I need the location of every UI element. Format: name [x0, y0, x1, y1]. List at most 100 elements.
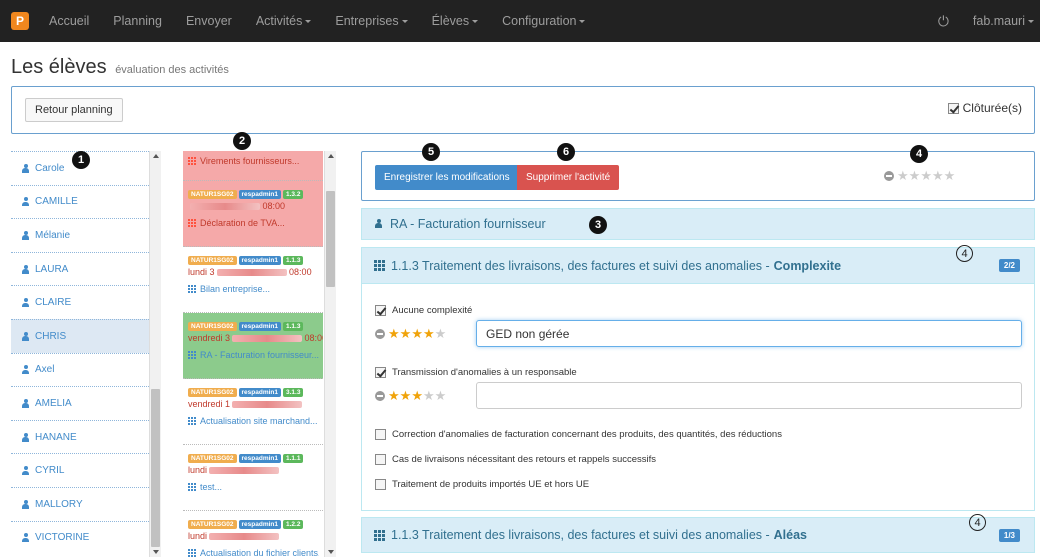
star-icon[interactable]: ★	[411, 327, 423, 340]
nav-activites[interactable]: Activités	[256, 14, 312, 28]
clear-rating-icon[interactable]	[375, 390, 385, 401]
nav-configuration[interactable]: Configuration	[502, 14, 586, 28]
criterion-checkbox[interactable]	[375, 305, 386, 316]
save-button[interactable]: Enregistrer les modifications	[375, 165, 519, 190]
panel-title: 1.1.3 Traitement des livraisons, des fac…	[391, 258, 770, 273]
star-icon[interactable]: ★	[388, 327, 400, 340]
activity-item[interactable]: Virements fournisseurs...	[183, 151, 323, 181]
activity-title[interactable]: RA - Facturation fournisseur...	[188, 350, 319, 360]
star-icon[interactable]: ★	[944, 169, 956, 182]
scroll-thumb[interactable]	[326, 191, 335, 287]
student-item[interactable]: VICTORINE	[11, 520, 149, 555]
activity-title[interactable]: Bilan entreprise...	[188, 284, 319, 294]
closed-checkbox[interactable]	[947, 102, 959, 114]
activity-title[interactable]: Actualisation du fichier clients...	[188, 548, 319, 557]
activity-badge: NATUR1SG02	[188, 256, 237, 265]
person-icon	[21, 331, 30, 341]
student-item[interactable]: HANANE	[11, 419, 149, 454]
activities-scrollbar[interactable]	[324, 151, 336, 557]
star-icon[interactable]: ★	[909, 169, 921, 182]
star-icon[interactable]: ★	[932, 169, 944, 182]
criterion-checkbox[interactable]	[375, 429, 386, 440]
star-icon[interactable]: ★	[897, 169, 909, 182]
person-icon	[21, 298, 30, 308]
criterion-row[interactable]: Transmission d'anomalies à un responsabl…	[375, 367, 577, 378]
activity-item[interactable]: NATUR1SG02 respadmin1 1.1.3 lundi 3 08:00 Bi…	[183, 247, 323, 313]
criterion-checkbox[interactable]	[375, 479, 386, 490]
star-icon[interactable]: ★	[435, 389, 447, 402]
student-item[interactable]: CYRIL	[11, 453, 149, 487]
student-item[interactable]: CHRIS	[11, 318, 149, 353]
scroll-up-icon[interactable]	[328, 154, 334, 158]
user-menu[interactable]: fab.mauri	[973, 14, 1034, 28]
star-icon[interactable]: ★	[388, 389, 400, 402]
activity-badge: 1.1.3	[283, 322, 304, 331]
students-scrollbar[interactable]	[149, 151, 161, 557]
activity-item[interactable]: NATUR1SG02 respadmin1 1.3.2 08:00 Déclarati…	[183, 181, 323, 247]
criteria-panel-aleas[interactable]: 1.1.3 Traitement des livraisons, des fac…	[361, 517, 1035, 553]
annotation-marker-4b: 4	[956, 245, 973, 262]
criterion-comment-input[interactable]: GED non gérée	[476, 320, 1022, 347]
activity-date: lundi	[188, 531, 319, 541]
activity-item[interactable]: NATUR1SG02 respadmin1 3.1.3 vendredi 1 Actu…	[183, 379, 323, 445]
scroll-up-icon[interactable]	[153, 154, 159, 158]
activity-title[interactable]: test...	[188, 482, 319, 492]
nav-envoyer[interactable]: Envoyer	[186, 14, 232, 28]
grid-icon	[188, 417, 196, 425]
star-icon[interactable]: ★	[920, 169, 932, 182]
activity-badges: NATUR1SG02 respadmin1 1.1.3	[188, 256, 319, 265]
person-icon	[21, 466, 30, 476]
criterion-row[interactable]: Aucune complexité	[375, 305, 472, 316]
star-icon[interactable]: ★	[423, 389, 435, 402]
student-name: CYRIL	[35, 465, 65, 477]
star-icon[interactable]: ★	[423, 327, 435, 340]
student-item[interactable]: CAMILLE	[11, 184, 149, 219]
back-to-planning-button[interactable]: Retour planning	[25, 98, 123, 122]
nav-planning[interactable]: Planning	[113, 14, 162, 28]
criterion-rating[interactable]: ★ ★ ★ ★ ★	[375, 327, 446, 340]
criterion-row[interactable]: Correction d'anomalies de facturation co…	[375, 429, 782, 440]
annotation-marker-3: 3	[589, 216, 607, 234]
scroll-thumb[interactable]	[151, 389, 160, 547]
criterion-row[interactable]: Traitement de produits importés UE et ho…	[375, 479, 589, 490]
nav-eleves[interactable]: Élèves	[432, 14, 479, 28]
global-rating[interactable]: ★ ★ ★ ★ ★	[884, 169, 955, 182]
activity-item[interactable]: NATUR1SG02 respadmin1 1.1.3 vendredi 3 08:0…	[183, 313, 323, 379]
activity-title[interactable]: Déclaration de TVA...	[188, 218, 319, 228]
criterion-comment-input[interactable]	[476, 382, 1022, 409]
activity-item[interactable]: NATUR1SG02 respadmin1 1.2.2 lundi Actualisa…	[183, 511, 323, 557]
power-icon[interactable]: ⏻	[938, 13, 949, 30]
criterion-rating[interactable]: ★ ★ ★ ★ ★	[375, 389, 446, 402]
activity-title[interactable]: Virements fournisseurs...	[188, 156, 319, 166]
star-icon[interactable]: ★	[400, 327, 412, 340]
delete-activity-button[interactable]: Supprimer l'activité	[517, 165, 620, 190]
activity-title[interactable]: Actualisation site marchand...	[188, 416, 319, 426]
student-item[interactable]: MALLORY	[11, 486, 149, 521]
scroll-down-icon[interactable]	[328, 550, 334, 554]
criterion-row[interactable]: Cas de livraisons nécessitant des retour…	[375, 454, 656, 465]
students-list: Carole CAMILLE Mélanie LAURA CLAIRE CHRIS Axel…	[11, 151, 149, 554]
student-item[interactable]: LAURA	[11, 251, 149, 286]
star-icon[interactable]: ★	[435, 327, 447, 340]
closed-filter[interactable]: Clôturée(s)	[947, 101, 1022, 115]
student-item[interactable]: AMELIA	[11, 386, 149, 420]
star-icon[interactable]: ★	[411, 389, 423, 402]
clear-rating-icon[interactable]	[884, 170, 894, 181]
student-item[interactable]: Axel	[11, 352, 149, 387]
criterion-checkbox[interactable]	[375, 454, 386, 465]
criterion-checkbox[interactable]	[375, 367, 386, 378]
annotation-marker-6: 6	[557, 143, 575, 161]
student-item[interactable]: CLAIRE	[11, 285, 149, 319]
criteria-panel-header[interactable]: 1.1.3 Traitement des livraisons, des fac…	[362, 248, 1034, 284]
scroll-down-icon[interactable]	[153, 550, 159, 554]
student-item[interactable]: Mélanie	[11, 218, 149, 252]
app-logo[interactable]: P	[11, 12, 29, 30]
activity-item[interactable]: NATUR1SG02 respadmin1 1.1.1 lundi test...	[183, 445, 323, 511]
ra-header[interactable]: RA - Facturation fournisseur	[361, 208, 1035, 240]
person-icon	[374, 218, 385, 230]
nav-entreprises[interactable]: Entreprises	[335, 14, 408, 28]
student-name: Axel	[35, 364, 55, 376]
nav-accueil[interactable]: Accueil	[49, 14, 89, 28]
clear-rating-icon[interactable]	[375, 328, 385, 339]
star-icon[interactable]: ★	[400, 389, 412, 402]
